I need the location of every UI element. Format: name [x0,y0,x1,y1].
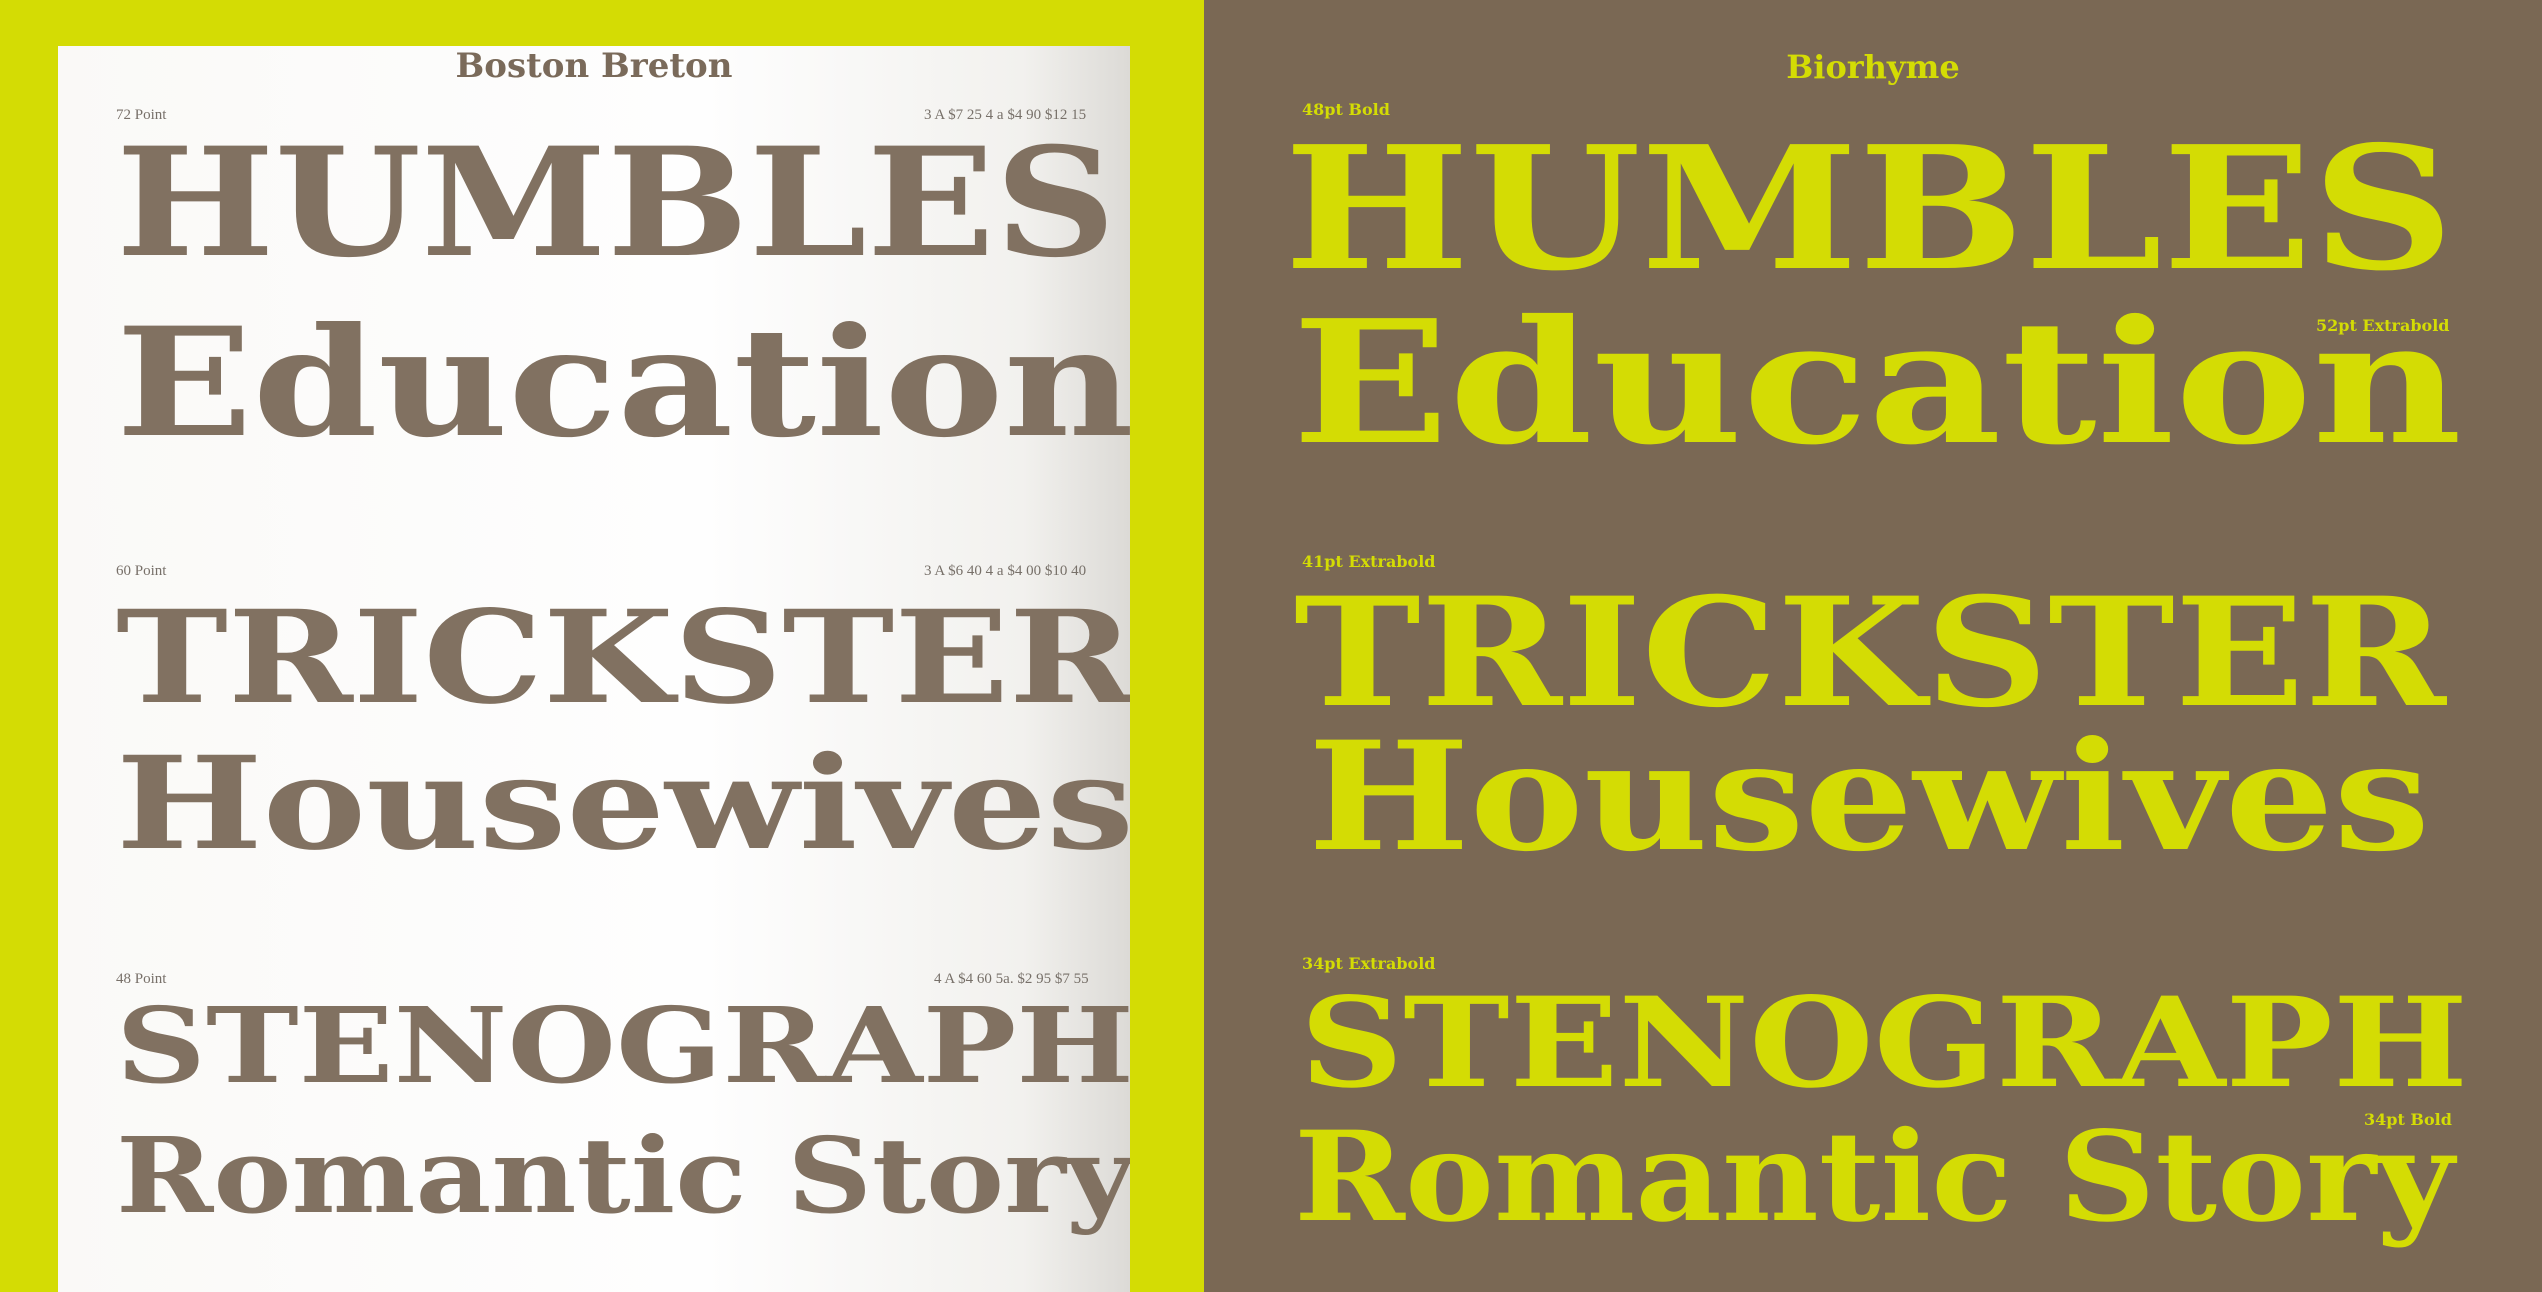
specimen-comparison-canvas: Boston Breton 72 Point 3 A $7 25 4 a $4 … [0,0,2542,1292]
biorhyme-line-education: Education [1292,283,2462,483]
biorhyme-panel: Biorhyme 48pt Bold HUMBLES 52pt Extrabol… [1204,0,2542,1292]
specimen-line-housewives: Housewives [116,729,1130,879]
right-page-title: Biorhyme [1786,48,1960,86]
biorhyme-line-romantic-story: Romantic Story [1294,1105,2454,1250]
specimen-line-romantic-story: Romantic Story [116,1114,1130,1237]
specimen-line-education: Education [116,295,1130,471]
label-stenograph-weight: 34pt Extrabold [1302,954,1436,973]
biorhyme-line-trickster: TRICKSTER [1294,565,2446,741]
boston-breton-specimen-page: Boston Breton 72 Point 3 A $7 25 4 a $4 … [58,46,1130,1292]
size-label-60-point: 60 Point [116,563,167,579]
biorhyme-line-stenograph: STENOGRAPH [1300,971,2468,1116]
specimen-line-humbles: HUMBLES [116,115,1116,291]
biorhyme-line-humbles: HUMBLES [1284,109,2454,309]
specimen-line-stenograph: STENOGRAPH [116,984,1130,1107]
left-page-title: Boston Breton [455,46,733,86]
price-label-60-point: 3 A $6 40 4 a $4 00 $10 40 [924,563,1087,579]
specimen-line-trickster: TRICKSTER [116,583,1130,733]
biorhyme-line-housewives: Housewives [1308,709,2430,885]
